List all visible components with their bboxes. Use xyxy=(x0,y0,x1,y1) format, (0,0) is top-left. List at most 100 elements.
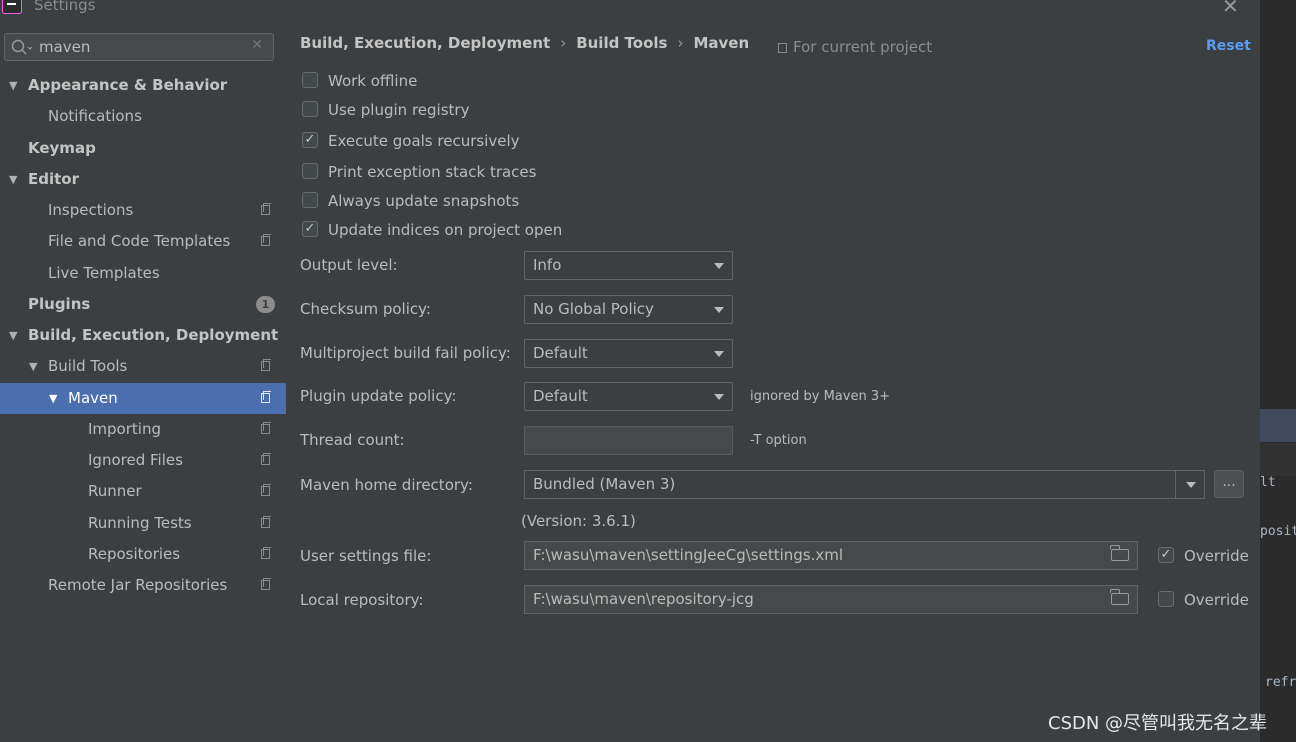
override-checkbox[interactable] xyxy=(1158,591,1174,607)
sidebar-item-label: Repositories xyxy=(88,544,181,563)
close-icon[interactable]: ✕ xyxy=(1222,0,1239,18)
sidebar-item-label: Inspections xyxy=(48,201,134,219)
output-level-value: Info xyxy=(533,256,562,274)
local-repo-input[interactable]: F:\wasu\maven\repository-jcg xyxy=(524,585,1138,614)
override-checkbox[interactable]: ✓ xyxy=(1158,547,1174,563)
chevron-down-icon xyxy=(714,351,724,357)
sidebar-item[interactable]: Repositories xyxy=(0,539,286,570)
thread-count-hint: -T option xyxy=(750,433,807,448)
expand-arrow-icon[interactable]: ▼ xyxy=(49,383,57,414)
chevron-down-icon xyxy=(714,394,724,400)
sidebar-item-label: Editor xyxy=(28,169,79,188)
maven-settings-panel: Build, Execution, Deployment › Build Tools… xyxy=(286,22,1260,742)
sidebar-item[interactable]: ▼ Build Tools xyxy=(0,351,286,382)
user-settings-label: User settings file: xyxy=(300,547,432,565)
search-box[interactable]: ✕ xyxy=(4,33,274,61)
breadcrumb-item: Maven xyxy=(693,34,750,52)
breadcrumb: Build, Execution, Deployment › Build Tools… xyxy=(300,34,749,52)
sidebar-item[interactable]: Keymap xyxy=(0,133,286,164)
sidebar-item-label: Appearance & Behavior xyxy=(28,76,228,94)
output-level-label: Output level: xyxy=(300,256,398,274)
update-count-badge: 1 xyxy=(256,295,275,313)
editor-line xyxy=(1260,443,1296,476)
sidebar-item[interactable]: Plugins 1 xyxy=(0,289,286,320)
sidebar-item-label: Live Templates xyxy=(48,263,160,282)
sidebar-item-label: Keymap xyxy=(28,138,96,157)
sidebar-item[interactable]: Runner xyxy=(0,476,286,507)
watermark: CSDN @尽管叫我无名之辈 xyxy=(1048,713,1268,734)
breadcrumb-separator: › xyxy=(560,34,567,52)
folder-icon[interactable] xyxy=(1110,589,1129,605)
sidebar-item-label: Importing xyxy=(88,419,161,438)
fail-policy-select[interactable]: Default xyxy=(524,339,733,368)
project-scope-icon xyxy=(261,390,271,403)
sidebar-item[interactable]: Ignored Files xyxy=(0,445,286,476)
sidebar-item-label: Build Tools xyxy=(48,357,128,376)
local-repo-value: F:\wasu\maven\repository-jcg xyxy=(533,590,754,608)
intellij-app-icon xyxy=(2,0,22,14)
checkbox[interactable] xyxy=(302,192,318,208)
checkbox[interactable] xyxy=(302,72,318,88)
user-settings-input[interactable]: F:\wasu\maven\settingJeeCg\settings.xml xyxy=(524,541,1138,570)
sidebar-item[interactable]: ▼ Maven xyxy=(0,382,286,414)
sidebar-item[interactable]: Notifications xyxy=(0,101,286,132)
sidebar-item[interactable]: ▼ Appearance & Behavior xyxy=(0,70,286,101)
reset-link[interactable]: Reset xyxy=(1206,38,1251,54)
checkbox[interactable] xyxy=(302,101,318,117)
maven-home-value: Bundled (Maven 3) xyxy=(533,475,676,493)
title-bar: Settings ✕ xyxy=(0,0,1260,22)
sidebar-item[interactable]: ▼ Editor xyxy=(0,164,286,195)
sidebar-item[interactable]: Importing xyxy=(0,414,286,445)
project-scope-icon xyxy=(261,578,271,590)
sidebar-item[interactable]: Remote Jar Repositories xyxy=(0,570,286,601)
combo-divider xyxy=(1175,471,1176,498)
override-label: Override xyxy=(1184,591,1249,609)
chevron-down-icon xyxy=(714,263,724,269)
sidebar-item-label: Notifications xyxy=(48,107,142,126)
option-label: Execute goals recursively xyxy=(328,132,520,150)
project-scope-icon xyxy=(261,515,271,528)
sidebar-item[interactable]: File and Code Templates xyxy=(0,226,286,257)
expand-arrow-icon[interactable]: ▼ xyxy=(29,351,37,382)
thread-count-input[interactable] xyxy=(524,426,733,455)
breadcrumb-item: Build, Execution, Deployment xyxy=(300,34,551,52)
output-level-select[interactable]: Info xyxy=(524,251,733,280)
checkbox-checked[interactable]: ✓ xyxy=(302,221,318,237)
maven-home-select[interactable]: Bundled (Maven 3) xyxy=(524,470,1205,499)
checksum-policy-select[interactable]: No Global Policy xyxy=(524,295,733,324)
scope-text: For current project xyxy=(793,38,933,56)
expand-arrow-icon[interactable]: ▼ xyxy=(9,164,17,195)
sidebar-item[interactable]: Inspections xyxy=(0,195,286,226)
project-scope-icon xyxy=(261,421,271,434)
plugin-update-select[interactable]: Default xyxy=(524,382,733,411)
expand-arrow-icon[interactable]: ▼ xyxy=(9,70,17,101)
project-scope-icon xyxy=(261,203,271,215)
sidebar-item-label: File and Code Templates xyxy=(48,232,231,251)
plugin-update-value: Default xyxy=(533,387,588,405)
search-icon xyxy=(11,39,33,55)
chevron-down-icon xyxy=(714,307,724,313)
project-scope-icon xyxy=(261,359,271,372)
expand-arrow-icon[interactable]: ▼ xyxy=(9,320,17,351)
folder-icon[interactable] xyxy=(1110,545,1129,561)
fail-policy-value: Default xyxy=(533,344,588,362)
checkbox-checked[interactable]: ✓ xyxy=(302,132,318,148)
breadcrumb-separator: › xyxy=(677,34,684,52)
editor-fragment: refr xyxy=(1265,675,1296,690)
project-scope-icon xyxy=(261,234,271,247)
sidebar-item-label: Remote Jar Repositories xyxy=(48,576,228,594)
fail-policy-label: Multiproject build fail policy: xyxy=(300,344,511,362)
project-scope-icon xyxy=(261,484,271,497)
sidebar-item-label: Maven xyxy=(68,388,118,407)
background-editor: lt posit refr xyxy=(1260,0,1296,742)
sidebar-item[interactable]: ▼ Build, Execution, Deployment xyxy=(0,320,286,351)
sidebar-item[interactable]: Running Tests xyxy=(0,508,286,539)
option-label: Use plugin registry xyxy=(328,101,470,119)
checkbox[interactable] xyxy=(302,163,318,179)
plugin-update-label: Plugin update policy: xyxy=(300,387,457,405)
clear-search-icon[interactable]: ✕ xyxy=(251,37,263,53)
sidebar-item[interactable]: Live Templates xyxy=(0,258,286,289)
editor-fragment: lt xyxy=(1260,475,1276,490)
search-input[interactable] xyxy=(39,36,239,58)
browse-maven-home-button[interactable]: ... xyxy=(1214,470,1244,498)
